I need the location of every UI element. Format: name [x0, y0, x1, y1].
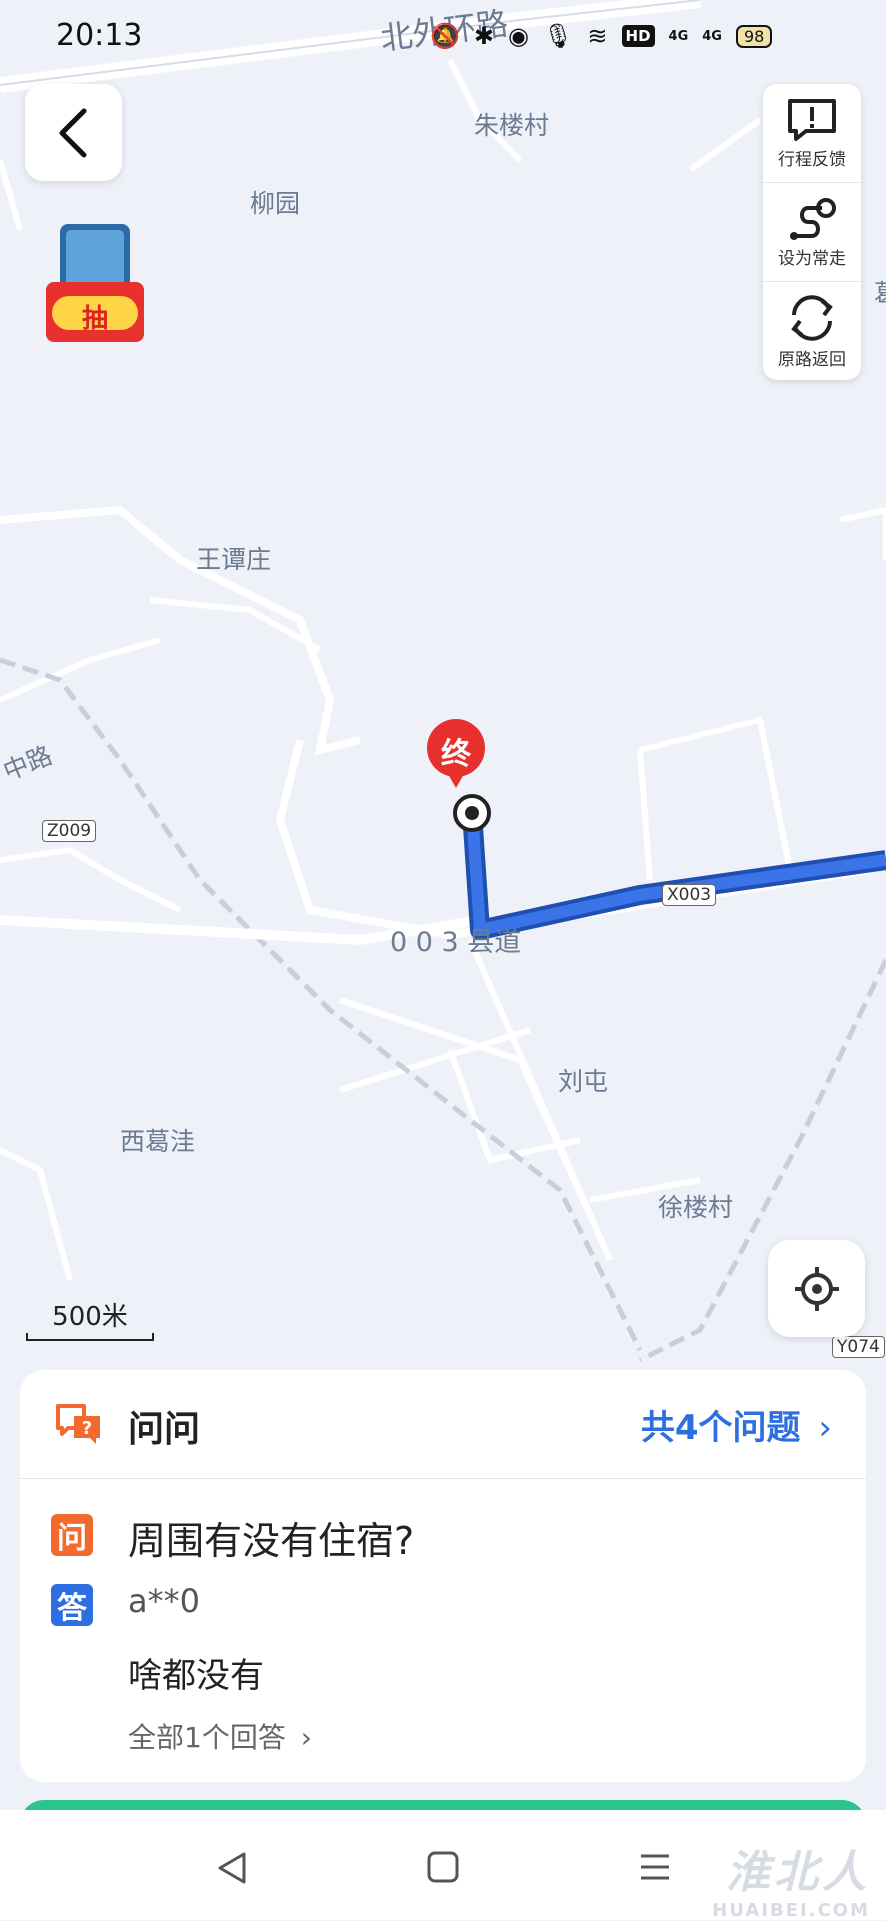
map-label-xigewa: 西葛洼 [120, 1127, 196, 1156]
map-scale-bar [26, 1333, 154, 1341]
map-scale: 500米 [26, 1296, 154, 1341]
map-tools-panel: 行程反馈 设为常走 原路返回 [763, 84, 861, 380]
back-button[interactable] [25, 84, 122, 181]
answer-badge: 答 [51, 1584, 93, 1626]
qa-card-header[interactable]: ? 问问 共4个问题 › [20, 1370, 866, 1479]
nav-back-icon[interactable] [214, 1850, 250, 1886]
status-icons: 🔕 ✱ ◉ 🎙 ≋ HD 4G 4G 98 [430, 22, 773, 50]
road-sign-x003: X003 [662, 884, 717, 906]
return-icon [791, 294, 833, 341]
destination-marker[interactable]: 终 [426, 718, 486, 796]
nav-home-icon[interactable] [426, 1850, 460, 1884]
battery-icon: 98 [735, 24, 773, 48]
map-roads [0, 0, 886, 1363]
location-icon: ◉ [508, 22, 529, 50]
destination-marker-label: 终 [441, 737, 471, 772]
map-label-liutun: 刘屯 [558, 1067, 609, 1096]
all-answers-link[interactable]: 全部1个回答 › [128, 1716, 312, 1756]
chevron-right-icon: › [300, 1721, 312, 1754]
trip-feedback-label: 行程反馈 [778, 149, 846, 170]
answer-username: a**0 [128, 1582, 200, 1620]
status-bar: 20:13 🔕 ✱ ◉ 🎙 ≋ HD 4G 4G 98 [0, 0, 886, 80]
map-label-wangtan: 王谭庄 [196, 545, 272, 574]
qa-title: 问问 [128, 1409, 201, 1450]
chevron-right-icon: › [818, 1408, 832, 1448]
return-route-label: 原路返回 [778, 349, 846, 370]
bluetooth-icon: ✱ [473, 22, 494, 50]
set-frequent-route-button[interactable]: 设为常走 [763, 183, 861, 282]
qa-question-count-link[interactable]: 共4个问题 › [641, 1400, 832, 1449]
wifi-icon: ≋ [587, 22, 608, 50]
question-badge: 问 [51, 1514, 93, 1556]
chevron-left-icon [59, 108, 86, 157]
map-scale-label: 500米 [52, 1302, 128, 1332]
map-label-xuloucun: 徐楼村 [658, 1193, 734, 1222]
set-frequent-route-label: 设为常走 [778, 248, 846, 269]
map-label-liuyuan: 柳园 [250, 189, 301, 218]
nav-menu-icon[interactable] [638, 1850, 672, 1884]
qa-count-label: 共4个问题 [640, 1408, 801, 1448]
signal-icon-1: 4G [668, 28, 689, 44]
road-sign-y074: Y074 [832, 1336, 885, 1358]
question-text[interactable]: 周围有没有住宿? [128, 1510, 414, 1565]
hd-icon: HD [621, 25, 655, 47]
lottery-promo[interactable]: 抽 [46, 224, 144, 344]
road-sign-z009: Z009 [42, 820, 97, 842]
mute-icon: 🔕 [430, 22, 460, 50]
watermark: 淮北人 HUAIBEI.COM [712, 1836, 870, 1921]
svg-text:?: ? [82, 1418, 92, 1439]
map-label-edge: 葛 [874, 274, 886, 310]
crosshair-icon [794, 1266, 839, 1311]
promo-label: 抽 [81, 304, 108, 334]
map-label-zhuloucun: 朱楼村 [474, 111, 550, 140]
locate-me-button[interactable] [768, 1240, 865, 1337]
all-answers-label: 全部1个回答 [128, 1721, 286, 1754]
qa-chat-icon: ? [56, 1404, 100, 1444]
watermark-text: 淮北人 [726, 1847, 870, 1898]
map-label-county-road: 0 0 3 县道 [390, 927, 522, 958]
watermark-domain: HUAIBEI.COM [712, 1900, 870, 1921]
map-canvas[interactable]: 北外环路 朱楼村 柳园 王谭庄 中路 0 0 3 县道 刘屯 西葛洼 徐楼村 葛… [0, 0, 886, 1370]
answer-text: 啥都没有 [128, 1656, 264, 1696]
trip-feedback-button[interactable]: 行程反馈 [763, 84, 861, 183]
qa-card: ? 问问 共4个问题 › 问 周围有没有住宿? 答 a**0 啥都没有 全部1个… [20, 1370, 866, 1782]
signal-icon-2: 4G [702, 28, 722, 44]
return-route-button[interactable]: 原路返回 [763, 282, 861, 380]
feedback-icon [788, 98, 836, 141]
mic-icon: 🎙 [542, 22, 574, 50]
route-icon [790, 197, 836, 240]
status-time: 20:13 [56, 18, 143, 53]
